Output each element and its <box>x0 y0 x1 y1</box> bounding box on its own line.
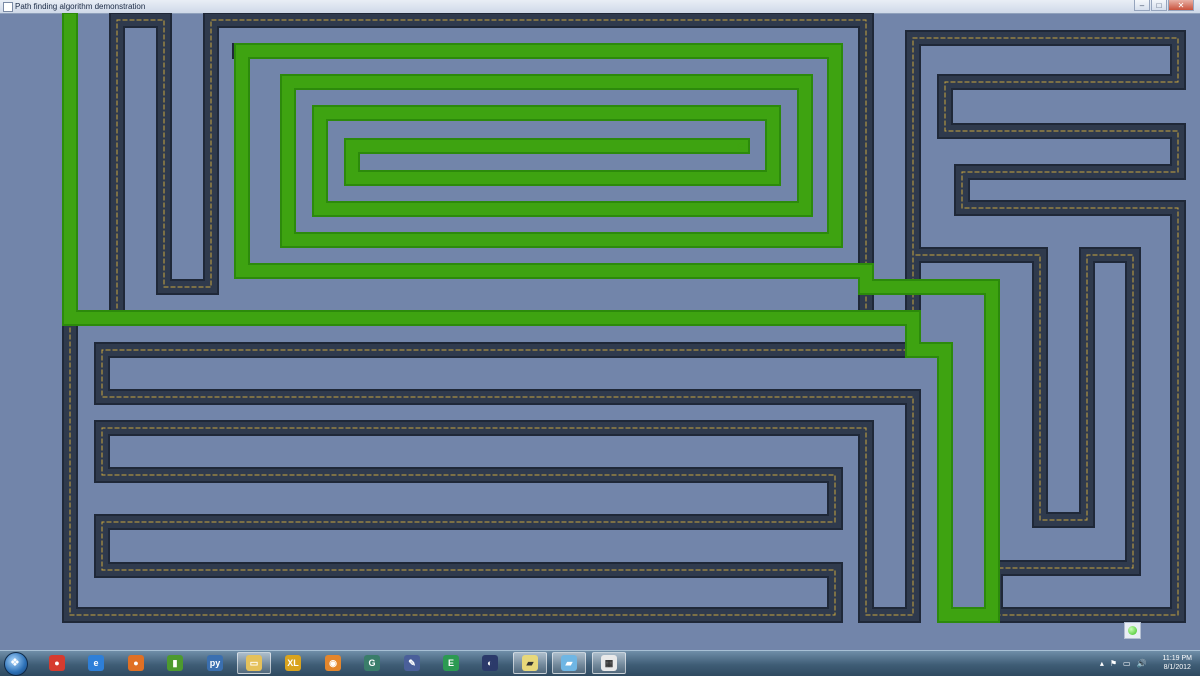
clock[interactable]: 11:19 PM 8/1/2012 <box>1163 654 1192 672</box>
app-window-icon: ▰ <box>522 655 538 671</box>
taskbar-item-explorer[interactable]: ▭ <box>237 652 271 674</box>
window-controls: – □ ✕ <box>1133 0 1194 12</box>
taskbar-item-xl[interactable]: XL <box>276 652 310 674</box>
eclipse-icon: ◐ <box>482 655 498 671</box>
internet-explorer-icon: e <box>88 655 104 671</box>
taskbar-item-game-maker[interactable]: G <box>355 652 389 674</box>
taskbar-item-editor[interactable]: ✎ <box>395 652 429 674</box>
maze-canvas: S E <box>62 13 1186 623</box>
volume-icon[interactable]: 🔊 <box>1137 659 1147 668</box>
firefox-icon: ● <box>128 655 144 671</box>
xl-app-icon: XL <box>285 655 301 671</box>
end-marker: E <box>737 142 744 153</box>
taskbar-item-eclipse[interactable]: ◐ <box>473 652 507 674</box>
window-title-bar[interactable]: Path finding algorithm demonstration – □… <box>0 0 1200 14</box>
flag-icon[interactable]: ⚑ <box>1110 659 1117 668</box>
e-app-icon: E <box>443 655 459 671</box>
taskbar-item-firefox[interactable]: ● <box>119 652 153 674</box>
taskbar-item-python[interactable]: py <box>198 652 232 674</box>
window-title: Path finding algorithm demonstration <box>15 2 146 11</box>
taskbar-item-window-a[interactable]: ▰ <box>513 652 547 674</box>
calendar-window-icon: ▦ <box>601 655 617 671</box>
python-icon: py <box>207 655 223 671</box>
show-hidden-icons-icon[interactable]: ▴ <box>1100 659 1104 668</box>
taskbar-item-window-b[interactable]: ▰ <box>552 652 586 674</box>
taskbar-item-e-app[interactable]: E <box>434 652 468 674</box>
clock-date: 8/1/2012 <box>1163 664 1191 671</box>
network-icon[interactable]: ▭ <box>1123 659 1131 668</box>
maximize-button[interactable]: □ <box>1151 0 1167 11</box>
start-marker: S <box>66 16 73 27</box>
chart-app-icon: ▮ <box>167 655 183 671</box>
system-tray: ▴ ⚑ ▭ 🔊 11:19 PM 8/1/2012 <box>1100 654 1192 672</box>
chrome-icon: ● <box>49 655 65 671</box>
green-status-dot-icon <box>1124 622 1141 639</box>
taskbar: ● e ● ▮ py ▭ XL ◉ G ✎ E ◐ ▰ ▰ ▦ ▴ ⚑ ▭ 🔊 11:19 PM 8/1/2… <box>0 650 1200 676</box>
taskbar-item-chrome[interactable]: ● <box>40 652 74 674</box>
taskbar-item-monitor[interactable]: ▮ <box>158 652 192 674</box>
app-window-icon: ▰ <box>561 655 577 671</box>
minimize-button[interactable]: – <box>1134 0 1150 11</box>
taskbar-item-window-c[interactable]: ▦ <box>592 652 626 674</box>
taskbar-item-internet-explorer[interactable]: e <box>79 652 113 674</box>
image-editor-icon: ✎ <box>404 655 420 671</box>
folder-icon: ▭ <box>246 655 262 671</box>
taskbar-item-blender[interactable]: ◉ <box>316 652 350 674</box>
app-icon[interactable] <box>3 2 13 12</box>
close-button[interactable]: ✕ <box>1168 0 1194 11</box>
windows-start-orb-icon[interactable] <box>4 652 28 676</box>
game-maker-icon: G <box>364 655 380 671</box>
clock-time: 11:19 PM <box>1162 655 1192 662</box>
blender-icon: ◉ <box>325 655 341 671</box>
